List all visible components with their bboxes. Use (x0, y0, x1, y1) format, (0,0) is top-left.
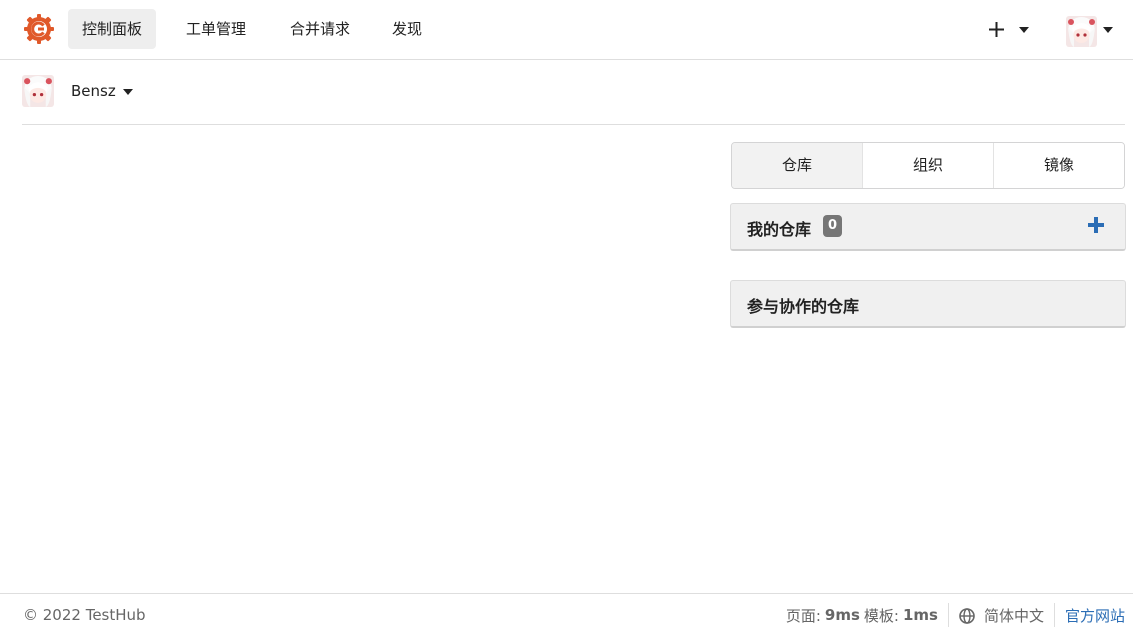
page-time-value: 9ms (824, 606, 860, 624)
tab-repositories[interactable]: 仓库 (732, 143, 863, 188)
app-logo-icon[interactable] (24, 14, 54, 44)
add-repo-icon[interactable] (1087, 216, 1105, 234)
footer-divider (947, 603, 949, 627)
footer-right: 页面: 9ms 模板: 1ms 简体中文 官方网站 (786, 602, 1125, 628)
repo-count-badge: 0 (823, 215, 843, 237)
collab-repos-panel: 参与协作的仓库 (730, 280, 1126, 328)
copyright-text: © 2022 TestHub (23, 606, 146, 624)
collab-repos-title: 参与协作的仓库 (747, 297, 860, 316)
tab-mirrors[interactable]: 镜像 (994, 143, 1124, 188)
language-label: 简体中文 (983, 606, 1044, 625)
nav-explore[interactable]: 发现 (378, 9, 436, 49)
chevron-down-icon (1019, 27, 1029, 33)
chevron-down-icon (1103, 27, 1113, 33)
plus-icon (989, 22, 1004, 37)
globe-icon (959, 608, 975, 624)
template-time-value: 1ms (902, 606, 938, 624)
nav-issues[interactable]: 工单管理 (172, 9, 260, 49)
top-navbar: 控制面板 工单管理 合并请求 发现 (0, 0, 1133, 60)
footer: © 2022 TestHub 页面: 9ms 模板: 1ms 简体中文 官方网站 (0, 593, 1133, 631)
chevron-down-icon (123, 89, 133, 95)
nav-dashboard[interactable]: 控制面板 (68, 9, 157, 49)
nav-pull-requests[interactable]: 合并请求 (276, 9, 364, 49)
my-repos-title: 我的仓库 (747, 220, 812, 239)
context-bar: Bensz (22, 75, 1125, 125)
repo-tabs: 仓库 组织 镜像 (731, 142, 1125, 189)
context-user-avatar (22, 75, 54, 107)
page-time-label: 页面: (785, 606, 821, 625)
official-site-link[interactable]: 官方网站 (1065, 605, 1125, 626)
user-avatar (1066, 16, 1097, 47)
template-time-label: 模板: (863, 606, 899, 625)
tab-organizations[interactable]: 组织 (863, 143, 994, 188)
context-username: Bensz (71, 82, 116, 100)
footer-divider (1053, 603, 1055, 627)
create-new-menu[interactable] (985, 14, 1035, 46)
user-menu[interactable] (1066, 14, 1118, 47)
my-repos-panel: 我的仓库 0 (730, 203, 1126, 251)
language-selector[interactable]: 简体中文 (959, 605, 1044, 626)
